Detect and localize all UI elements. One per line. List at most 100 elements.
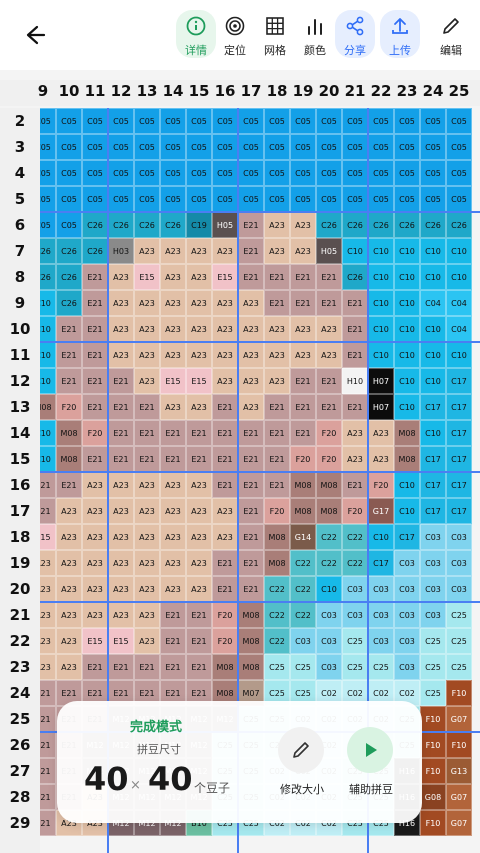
bead-cell[interactable]: E21 [40,810,56,836]
bead-cell[interactable]: E15 [108,628,134,654]
bead-cell[interactable]: C25 [290,654,316,680]
bead-cell[interactable]: A23 [56,550,82,576]
bead-cell[interactable]: H07 [368,394,394,420]
bead-cell[interactable]: M08 [290,498,316,524]
bead-cell[interactable]: C05 [316,186,342,212]
bead-cell[interactable]: A23 [160,498,186,524]
bead-cell[interactable]: C05 [264,134,290,160]
bead-cell[interactable]: C10 [394,264,420,290]
bead-cell[interactable]: E21 [316,394,342,420]
bead-cell[interactable]: M08 [316,498,342,524]
bead-cell[interactable]: C25 [446,628,472,654]
bead-cell[interactable]: E21 [264,394,290,420]
bead-cell[interactable]: C25 [368,654,394,680]
bead-cell[interactable]: E21 [264,420,290,446]
bead-cell[interactable]: C05 [134,160,160,186]
bead-cell[interactable]: C26 [160,212,186,238]
bead-cell[interactable]: F20 [316,446,342,472]
bead-cell[interactable]: F20 [290,446,316,472]
bead-cell[interactable]: C05 [212,160,238,186]
bead-cell[interactable]: C05 [212,108,238,134]
bead-cell[interactable]: A23 [108,342,134,368]
bead-cell[interactable]: C05 [186,186,212,212]
bead-cell[interactable]: E21 [238,212,264,238]
bead-cell[interactable]: C10 [420,420,446,446]
bead-cell[interactable]: E21 [238,238,264,264]
bead-cell[interactable]: C17 [446,498,472,524]
bead-cell[interactable]: C03 [368,628,394,654]
bead-cell[interactable]: C03 [342,576,368,602]
bead-cell[interactable]: C10 [368,290,394,316]
bead-cell[interactable]: A23 [160,394,186,420]
bead-cell[interactable]: C22 [316,524,342,550]
bead-cell[interactable]: G07 [446,706,472,732]
bead-cell[interactable]: A23 [108,264,134,290]
bead-cell[interactable]: A23 [212,524,238,550]
bead-cell[interactable]: E21 [264,290,290,316]
bead-cell[interactable]: E21 [134,654,160,680]
bead-cell[interactable]: C05 [56,212,82,238]
bead-cell[interactable]: A23 [264,342,290,368]
bead-cell[interactable]: C26 [446,212,472,238]
bead-cell[interactable]: F20 [264,498,290,524]
bead-cell[interactable]: A23 [342,446,368,472]
bead-cell[interactable]: C03 [394,576,420,602]
bead-cell[interactable]: C05 [420,134,446,160]
bead-cell[interactable]: E21 [82,394,108,420]
bead-cell[interactable]: C17 [394,524,420,550]
bead-cell[interactable]: A23 [160,238,186,264]
bead-cell[interactable]: C05 [420,160,446,186]
bead-cell[interactable]: E21 [108,654,134,680]
bead-cell[interactable]: C17 [420,446,446,472]
bead-cell[interactable]: C05 [264,108,290,134]
bead-cell[interactable]: C05 [420,108,446,134]
bead-cell[interactable]: C05 [82,186,108,212]
bead-cell[interactable]: C10 [394,342,420,368]
bead-cell[interactable]: E15 [186,368,212,394]
bead-cell[interactable]: C10 [420,368,446,394]
bead-cell[interactable]: E21 [238,550,264,576]
bead-cell[interactable]: A23 [108,602,134,628]
bead-cell[interactable]: A23 [134,238,160,264]
bead-cell[interactable]: C26 [40,264,56,290]
bead-cell[interactable]: C05 [56,160,82,186]
bead-cell[interactable]: F10 [420,810,446,836]
bead-cell[interactable]: C10 [40,342,56,368]
bead-cell[interactable]: C03 [394,602,420,628]
bead-cell[interactable]: A23 [108,316,134,342]
bead-cell[interactable]: C05 [264,160,290,186]
bead-cell[interactable]: A23 [212,290,238,316]
bead-cell[interactable]: E21 [342,472,368,498]
bead-cell[interactable]: A23 [134,576,160,602]
bead-cell[interactable]: E21 [82,290,108,316]
bead-cell[interactable]: C05 [186,160,212,186]
bead-cell[interactable]: A23 [134,550,160,576]
bead-cell[interactable]: C05 [134,186,160,212]
bead-cell[interactable]: A23 [290,342,316,368]
bead-cell[interactable]: C10 [368,524,394,550]
bead-cell[interactable]: C10 [40,316,56,342]
bead-cell[interactable]: E21 [186,602,212,628]
bead-cell[interactable]: A23 [368,420,394,446]
bead-cell[interactable]: E21 [82,316,108,342]
bead-cell[interactable]: C05 [290,134,316,160]
bead-cell[interactable]: E21 [160,654,186,680]
bead-cell[interactable]: C26 [82,212,108,238]
bead-cell[interactable]: A23 [134,602,160,628]
bead-cell[interactable]: A23 [238,290,264,316]
bead-cell[interactable]: C05 [238,108,264,134]
bead-cell[interactable]: C10 [368,316,394,342]
bead-cell[interactable]: C05 [394,160,420,186]
bead-cell[interactable]: C10 [446,238,472,264]
bead-cell[interactable]: E21 [290,420,316,446]
bead-cell[interactable]: C05 [342,108,368,134]
resize-button[interactable] [278,727,324,773]
bead-cell[interactable]: M08 [212,654,238,680]
bead-cell[interactable]: A23 [160,316,186,342]
bead-cell[interactable]: G17 [368,498,394,524]
bead-cell[interactable]: C10 [40,368,56,394]
bead-cell[interactable]: C03 [368,602,394,628]
bead-cell[interactable]: C10 [316,576,342,602]
bead-cell[interactable]: A23 [108,498,134,524]
bead-cell[interactable]: C10 [420,264,446,290]
